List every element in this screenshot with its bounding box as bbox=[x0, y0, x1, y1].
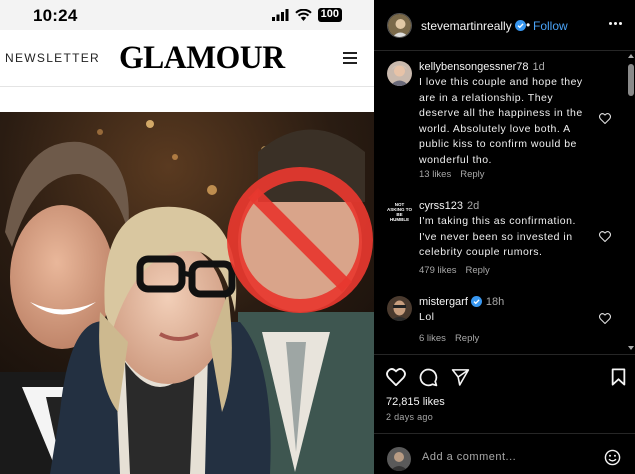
battery-icon: 100 bbox=[317, 8, 342, 22]
comment-meta: 6 likes Reply bbox=[419, 333, 488, 344]
comment-time: 18h bbox=[485, 296, 505, 308]
add-comment-input[interactable] bbox=[422, 449, 602, 465]
comment-text: Lol bbox=[419, 311, 435, 323]
verified-badge-icon bbox=[514, 20, 526, 32]
bookmark-icon[interactable] bbox=[611, 368, 626, 386]
comment-like-count[interactable]: 6 likes bbox=[419, 333, 446, 344]
comment-bubble-icon[interactable] bbox=[419, 368, 438, 387]
post-date: 2 days ago bbox=[386, 412, 434, 422]
share-send-icon[interactable] bbox=[451, 368, 470, 386]
commenter-avatar[interactable] bbox=[387, 61, 412, 86]
comment-username[interactable]: mistergarf bbox=[419, 296, 468, 308]
embedded-post-image: 10:24 100 NEWSLETTER GLAMOUR bbox=[0, 0, 374, 474]
like-heart-icon[interactable] bbox=[386, 368, 406, 386]
comment-time: 1d bbox=[532, 61, 545, 73]
status-time: 10:24 bbox=[33, 6, 78, 25]
reply-button[interactable]: Reply bbox=[455, 333, 479, 344]
author-username[interactable]: stevemartinreally bbox=[421, 19, 526, 33]
celebrity-photo bbox=[0, 112, 374, 474]
heart-outline-icon[interactable] bbox=[599, 313, 611, 324]
comment-username[interactable]: kellybensongessner78 bbox=[419, 61, 528, 73]
scroll-up-arrow-icon[interactable] bbox=[628, 54, 634, 58]
current-user-avatar bbox=[387, 447, 411, 471]
scroll-thumb[interactable] bbox=[628, 64, 634, 96]
author-avatar[interactable] bbox=[387, 13, 412, 38]
site-header: NEWSLETTER GLAMOUR bbox=[0, 30, 374, 86]
phone-status-bar: 10:24 100 bbox=[0, 0, 374, 30]
comment-time: 2d bbox=[467, 200, 480, 212]
comment-meta: 479 likes Reply bbox=[419, 265, 499, 276]
comments-scrollbar[interactable] bbox=[627, 54, 635, 354]
more-options-icon[interactable] bbox=[609, 22, 623, 26]
follow-button[interactable]: Follow bbox=[533, 19, 568, 33]
comment-like-count[interactable]: 13 likes bbox=[419, 169, 451, 180]
comment-meta: 13 likes Reply bbox=[419, 169, 494, 180]
commenter-avatar[interactable] bbox=[387, 296, 412, 321]
avatar-text: NOT ASKING TO BE HUMBLE bbox=[387, 202, 412, 222]
site-logo[interactable]: GLAMOUR bbox=[119, 40, 285, 77]
status-icons: 100 bbox=[271, 8, 342, 22]
scroll-down-arrow-icon[interactable] bbox=[628, 346, 634, 350]
heart-outline-icon[interactable] bbox=[599, 231, 611, 242]
author-username-text[interactable]: stevemartinreally bbox=[421, 19, 512, 33]
header-spacer bbox=[0, 86, 374, 112]
heart-outline-icon[interactable] bbox=[599, 113, 611, 124]
reply-button[interactable]: Reply bbox=[460, 169, 484, 180]
hamburger-menu-icon[interactable] bbox=[343, 52, 357, 64]
comment-text: I'm taking this as confirmation. I've ne… bbox=[419, 215, 576, 258]
post-actions: 72,815 likes 2 days ago bbox=[374, 354, 635, 474]
newsletter-link[interactable]: NEWSLETTER bbox=[5, 51, 100, 65]
comment-like-count[interactable]: 479 likes bbox=[419, 265, 457, 276]
post-header: stevemartinreally • Follow bbox=[374, 0, 635, 51]
emoji-icon[interactable] bbox=[604, 449, 621, 466]
wifi-icon bbox=[294, 9, 312, 21]
add-comment-bar bbox=[374, 433, 635, 474]
comment-username[interactable]: cyrss123 bbox=[419, 200, 463, 212]
comment-text: I love this couple and hope they are in … bbox=[419, 76, 583, 166]
signal-icon bbox=[271, 9, 289, 21]
verified-badge-icon bbox=[470, 295, 482, 307]
follow-separator: • bbox=[526, 18, 531, 32]
reply-button[interactable]: Reply bbox=[466, 265, 490, 276]
commenter-avatar[interactable]: NOT ASKING TO BE HUMBLE bbox=[387, 200, 412, 225]
instagram-panel: stevemartinreally • Follow kellybensonge… bbox=[374, 0, 635, 474]
like-count[interactable]: 72,815 likes bbox=[386, 396, 445, 408]
